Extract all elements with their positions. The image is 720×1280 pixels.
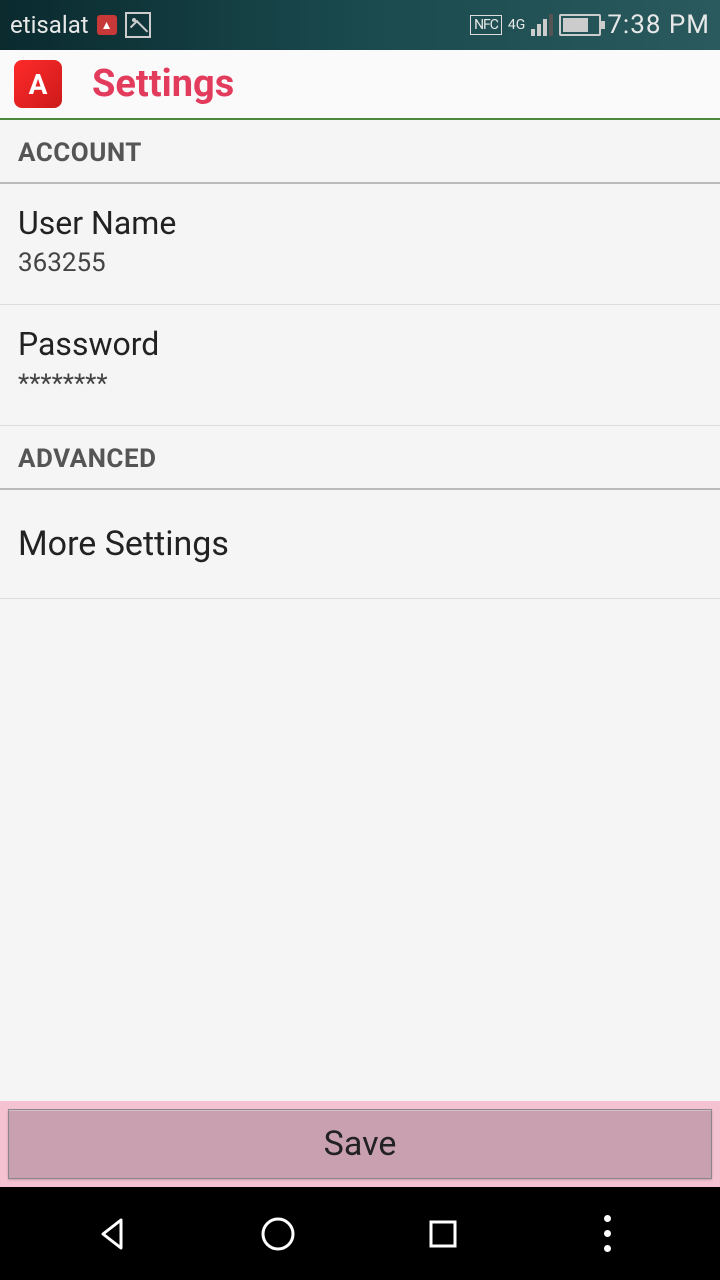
- notification-app-icon: ▲: [97, 15, 117, 35]
- screenshot-icon: [125, 12, 151, 38]
- app-logo-icon: A: [14, 60, 62, 108]
- back-button[interactable]: [83, 1204, 143, 1264]
- app-header: A Settings: [0, 50, 720, 120]
- system-nav-bar: [0, 1187, 720, 1280]
- recent-apps-button[interactable]: [413, 1204, 473, 1264]
- save-button[interactable]: Save: [8, 1109, 712, 1179]
- password-value: ********: [18, 369, 702, 399]
- empty-area: [0, 599, 720, 1101]
- more-menu-button[interactable]: [578, 1204, 638, 1264]
- save-button-label: Save: [324, 1124, 397, 1164]
- username-row[interactable]: User Name 363255: [0, 184, 720, 305]
- status-bar: etisalat ▲ NFC 4G 7:38 PM: [0, 0, 720, 50]
- network-type-icon: 4G: [508, 20, 525, 30]
- carrier-label: etisalat: [10, 11, 89, 39]
- section-header-advanced: ADVANCED: [0, 426, 720, 490]
- clock: 7:38 PM: [607, 10, 710, 40]
- home-button[interactable]: [248, 1204, 308, 1264]
- signal-icon: [531, 14, 553, 36]
- password-label: Password: [18, 325, 702, 363]
- more-settings-row[interactable]: More Settings: [0, 490, 720, 599]
- page-title: Settings: [92, 62, 234, 106]
- username-value: 363255: [18, 248, 702, 278]
- password-row[interactable]: Password ********: [0, 305, 720, 426]
- more-icon: [604, 1215, 611, 1252]
- battery-icon: [559, 14, 601, 36]
- section-header-account: ACCOUNT: [0, 120, 720, 184]
- save-bar: Save: [0, 1101, 720, 1187]
- more-settings-label: More Settings: [18, 524, 702, 564]
- nfc-icon: NFC: [470, 15, 502, 35]
- username-label: User Name: [18, 204, 702, 242]
